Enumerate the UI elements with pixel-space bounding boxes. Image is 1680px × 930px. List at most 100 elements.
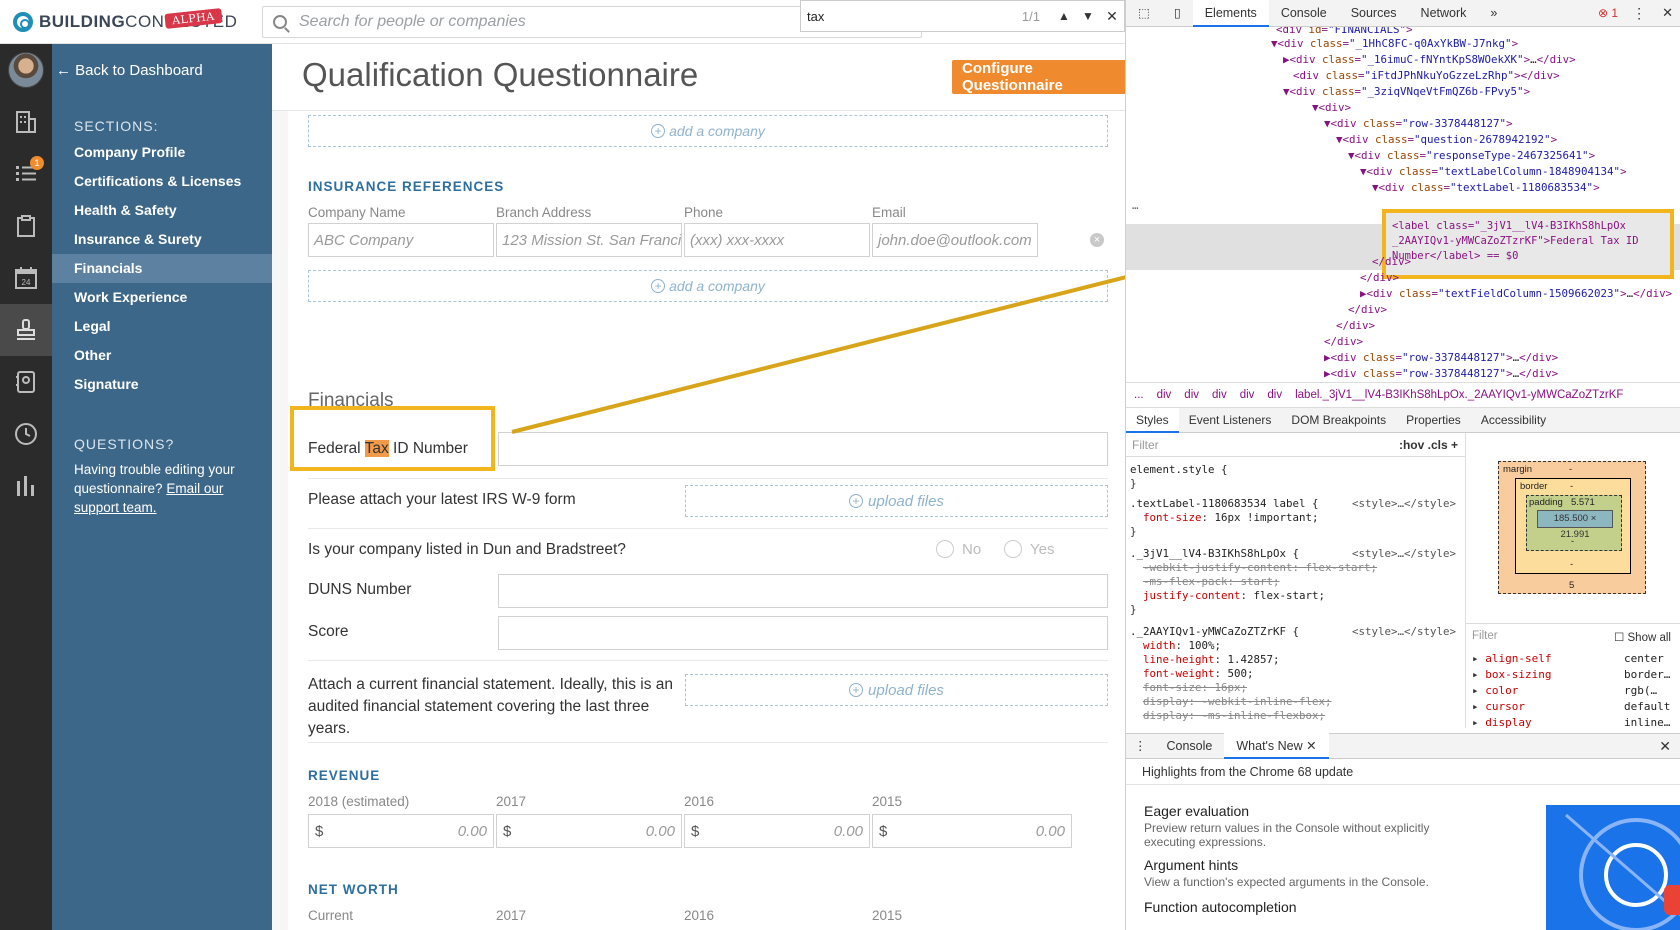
close-tab-icon[interactable]: ✕ (1306, 739, 1316, 753)
tab-properties[interactable]: Properties (1396, 408, 1471, 433)
tab-dom-breakpoints[interactable]: DOM Breakpoints (1281, 408, 1396, 433)
computed-filter[interactable]: Filter (1472, 630, 1498, 642)
search-input[interactable] (299, 13, 859, 31)
avatar[interactable] (8, 52, 44, 88)
style-rule[interactable]: .textLabel-1180683534 label {<style>…</s… (1130, 497, 1460, 539)
dom-node[interactable]: </div> (1348, 303, 1387, 316)
kebab-menu-icon[interactable]: ⋮ (1624, 5, 1654, 22)
style-rule[interactable]: element.style {} (1130, 463, 1460, 491)
inspect-icon[interactable]: ⬚ (1126, 0, 1162, 27)
sidebar-item-financials[interactable]: Financials (52, 254, 272, 283)
dom-node[interactable]: ▼<div class="responseType-2467325641"> (1348, 149, 1595, 162)
clock-icon[interactable] (0, 408, 52, 460)
find-prev-button[interactable]: ▲ (1052, 9, 1076, 23)
styles-filter[interactable]: Filter:hov .cls + (1126, 433, 1465, 457)
breadcrumb-item[interactable]: div (1240, 389, 1255, 401)
dom-node[interactable]: ▼<div class="_1HhC8FC-q0AxYkBW-J7nkg"> (1271, 37, 1518, 50)
dom-node[interactable]: </div> (1336, 319, 1375, 332)
find-query[interactable]: tax (807, 9, 1022, 24)
breadcrumb-item[interactable]: div (1184, 389, 1199, 401)
clipboard-icon[interactable] (0, 200, 52, 252)
feature-title[interactable]: Eager evaluation (1144, 803, 1249, 819)
tab-more[interactable]: » (1478, 0, 1509, 27)
stamp-icon[interactable] (0, 304, 52, 356)
duns-input[interactable] (498, 574, 1108, 608)
revenue-2018-input[interactable]: $0.00 (308, 814, 494, 848)
tab-event-listeners[interactable]: Event Listeners (1179, 408, 1282, 433)
sidebar-item-legal[interactable]: Legal (52, 312, 272, 341)
breadcrumb-item[interactable]: div (1267, 389, 1282, 401)
dom-node[interactable]: ▼<div class="textLabelColumn-1848904134"… (1360, 165, 1627, 178)
tab-network[interactable]: Network (1409, 0, 1479, 27)
sidebar-item-company-profile[interactable]: Company Profile (52, 138, 272, 167)
find-next-button[interactable]: ▼ (1076, 9, 1100, 23)
dom-node[interactable]: ▶<div class="_16imuC-fNYntKpS8WOekXK">…<… (1283, 53, 1576, 66)
revenue-2017-input[interactable]: $0.00 (496, 814, 682, 848)
dom-node[interactable]: ▼<div class="textLabel-1180683534"> (1372, 181, 1600, 194)
box-padding[interactable]: padding 5.571 185.500 × 21.991 - (1526, 495, 1622, 551)
dom-node[interactable]: ▶<div class="row-3378448127">…</div> (1324, 367, 1558, 380)
statement-upload-button[interactable]: + upload files (685, 674, 1108, 706)
computed-row[interactable]: ▸ color rgb(… (1472, 684, 1677, 697)
sidebar-item-health-safety[interactable]: Health & Safety (52, 196, 272, 225)
close-devtools-icon[interactable]: ✕ (1654, 5, 1680, 21)
close-drawer-icon[interactable]: ✕ (1659, 738, 1680, 755)
dom-node[interactable]: ▶<div class="textFieldColumn-1509662023"… (1360, 287, 1672, 300)
add-company-button[interactable]: + add a company (308, 115, 1108, 147)
buildings-icon[interactable] (0, 96, 52, 148)
address-book-icon[interactable] (0, 356, 52, 408)
drawer-tab-whats-new[interactable]: What's New ✕ (1224, 733, 1329, 759)
breadcrumb-item[interactable]: label._3jV1__lV4-B3IKhS8hLpOx._2AAYIQv1-… (1295, 389, 1623, 401)
revenue-2015-input[interactable]: $0.00 (872, 814, 1072, 848)
box-margin[interactable]: margin - border - padding 5.571 185.500 … (1498, 461, 1646, 594)
dom-node[interactable]: <div class="iFtdJPhNkuYoGzzeLzRhp"></div… (1293, 69, 1560, 82)
add-company-button[interactable]: + add a company (308, 270, 1108, 302)
calendar-icon[interactable]: 24 (0, 252, 52, 304)
breadcrumb-item[interactable]: ... (1134, 389, 1144, 401)
find-close-button[interactable]: ✕ (1100, 8, 1124, 25)
computed-row[interactable]: ▸ display inline… (1472, 716, 1677, 729)
filter-actions[interactable]: :hov .cls + (1399, 438, 1458, 452)
list-icon[interactable]: 1 (0, 148, 52, 200)
company-name-input[interactable]: ABC Company (308, 223, 494, 257)
drawer-tab-console[interactable]: Console (1155, 733, 1225, 759)
configure-questionnaire-button[interactable]: Configure Questionnaire (952, 60, 1125, 94)
score-input[interactable] (498, 616, 1108, 650)
tab-elements[interactable]: Elements (1192, 0, 1269, 27)
sidebar-item-other[interactable]: Other (52, 341, 272, 370)
box-content[interactable]: 185.500 × 21.991 (1537, 510, 1613, 540)
radio-yes[interactable]: Yes (1004, 540, 1054, 558)
dom-node[interactable]: ▶<div class="row-3378448127">…</div> (1324, 351, 1558, 364)
selected-node[interactable]: <label class="_3jV1__lV4-B3IKhS8hLpOx _2… (1382, 209, 1674, 279)
phone-input[interactable]: (xxx) xxx-xxxx (684, 223, 870, 257)
tab-accessibility[interactable]: Accessibility (1471, 408, 1556, 433)
sidebar-item-insurance[interactable]: Insurance & Surety (52, 225, 272, 254)
computed-row[interactable]: ▸ cursor default (1472, 700, 1677, 713)
federal-tax-id-input[interactable] (498, 432, 1108, 466)
back-to-dashboard-link[interactable]: ← Back to Dashboard (52, 62, 203, 79)
computed-row[interactable]: ▸ box-sizing border… (1472, 668, 1677, 681)
radio-no[interactable]: No (936, 540, 981, 558)
show-all-checkbox[interactable]: ☐ Show all (1614, 630, 1671, 644)
sidebar-item-signature[interactable]: Signature (52, 370, 272, 399)
tab-console[interactable]: Console (1269, 0, 1339, 27)
style-rule[interactable]: ._2AAYIQv1-yMWCaZoZTZrKF {<style>…</styl… (1130, 625, 1460, 723)
bar-chart-icon[interactable] (0, 460, 52, 512)
box-border[interactable]: border - padding 5.571 185.500 × 21.991 … (1515, 478, 1631, 574)
branch-address-input[interactable]: 123 Mission St. San Francisco (496, 223, 682, 257)
error-indicator[interactable]: ⊗ 1 (1598, 6, 1624, 20)
dom-node[interactable]: </div> (1372, 255, 1411, 268)
drawer-menu-icon[interactable]: ⋮ (1126, 733, 1155, 759)
dom-node[interactable]: ▼<div class="_3ziqVNqeVtFmQZ6b-FPvy5"> (1283, 85, 1530, 98)
dom-node[interactable]: </div> (1324, 335, 1363, 348)
dom-node[interactable]: ▼<div> (1312, 101, 1351, 114)
tab-styles[interactable]: Styles (1126, 407, 1179, 433)
tab-sources[interactable]: Sources (1339, 0, 1409, 27)
feature-title[interactable]: Argument hints (1144, 857, 1238, 873)
computed-row[interactable]: ▸ align-self center (1472, 652, 1677, 665)
dom-node[interactable]: </div> (1360, 271, 1399, 284)
breadcrumb-item[interactable]: div (1157, 389, 1172, 401)
dom-node[interactable]: <div id="FINANCIALS"> (1276, 27, 1413, 36)
style-rule[interactable]: ._3jV1__lV4-B3IKhS8hLpOx {<style>…</styl… (1130, 547, 1460, 617)
dom-node[interactable]: ▼<div class="row-3378448127"> (1324, 117, 1513, 130)
